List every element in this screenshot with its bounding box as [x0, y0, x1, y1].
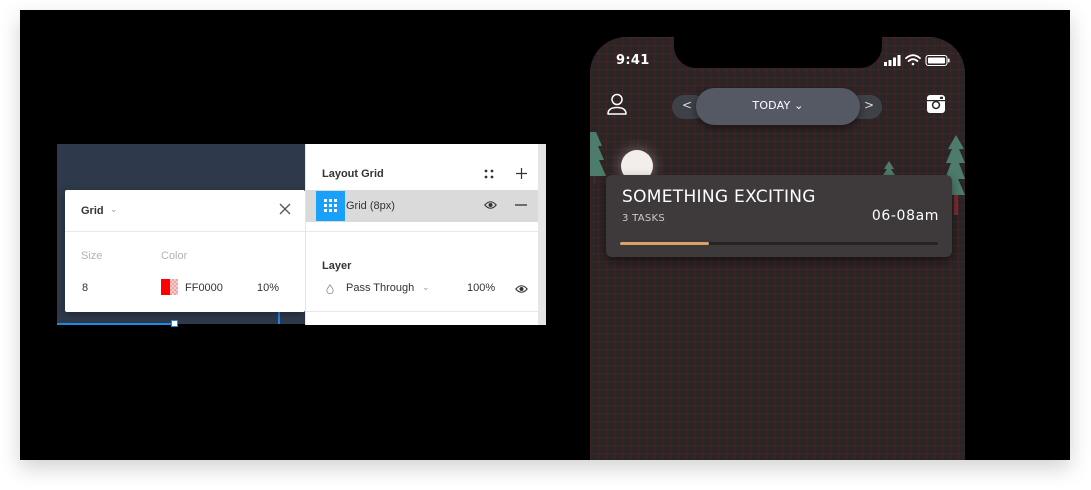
date-label: TODAY ⌄	[752, 99, 804, 112]
close-icon[interactable]	[277, 201, 293, 217]
chevron-down-icon[interactable]: ⌄	[422, 282, 430, 293]
grid-settings-icon[interactable]	[316, 191, 345, 221]
screenshot-stage: Grid ⌄ Size Color 8 FF0000 10% Layout Gr…	[20, 10, 1070, 460]
color-hex-input[interactable]: FF0000	[185, 282, 223, 294]
progress-bar	[620, 242, 938, 245]
battery-icon	[925, 54, 950, 67]
remove-grid-icon[interactable]	[515, 204, 527, 206]
eye-icon[interactable]	[484, 200, 497, 210]
prev-arrow: <	[682, 98, 693, 112]
color-label: Color	[161, 250, 188, 262]
divider	[306, 231, 539, 232]
layer-opacity-input[interactable]: 100%	[467, 282, 495, 294]
date-text: TODAY	[752, 99, 791, 112]
task-card[interactable]: SOMETHING EXCITING 3 TASKS 06-08am	[606, 175, 952, 257]
blend-mode-icon	[326, 284, 334, 294]
blend-mode-dropdown[interactable]: Pass Through	[346, 282, 414, 294]
task-count: 3 TASKS	[622, 213, 666, 224]
scrollbar[interactable]	[538, 144, 546, 325]
size-input[interactable]: 8	[82, 282, 88, 294]
opacity-input[interactable]: 10%	[257, 282, 279, 294]
resize-handle[interactable]	[171, 320, 178, 327]
grid-item-label: Grid (8px)	[346, 200, 395, 212]
grid-settings-popover: Grid ⌄ Size Color 8 FF0000 10%	[65, 190, 305, 312]
instagram-icon[interactable]	[926, 94, 946, 114]
card-title: SOMETHING EXCITING	[622, 187, 816, 207]
phone-notch	[674, 37, 882, 68]
user-icon[interactable]	[606, 92, 628, 116]
size-label: Size	[81, 250, 103, 262]
grid-styles-icon[interactable]	[484, 169, 494, 179]
phone-screen: 9:41 < > TODAY ⌄ SOMETHING EXCITING 3 TA…	[590, 37, 965, 460]
eye-icon[interactable]	[515, 284, 528, 294]
layer-title: Layer	[322, 260, 352, 272]
frame-selection-edge	[57, 323, 177, 325]
status-time: 9:41	[616, 53, 650, 68]
chevron-down-icon[interactable]: ⌄	[110, 204, 118, 215]
color-swatch[interactable]	[161, 279, 178, 295]
popover-header: Grid ⌄	[65, 190, 305, 232]
properties-panel: Layout Grid Grid (8px) Layer Pass Throug…	[305, 144, 546, 325]
progress-fill	[620, 242, 710, 245]
add-grid-icon[interactable]	[515, 167, 528, 180]
grid-type-dropdown[interactable]: Grid	[81, 205, 104, 217]
wifi-icon	[905, 54, 921, 66]
next-arrow: >	[864, 98, 875, 112]
status-icons	[884, 54, 950, 67]
layout-grid-title: Layout Grid	[322, 168, 384, 180]
time-range: 06-08am	[871, 208, 939, 224]
divider	[306, 311, 539, 312]
signal-icon	[884, 55, 901, 66]
date-selector[interactable]: TODAY ⌄	[696, 88, 860, 125]
